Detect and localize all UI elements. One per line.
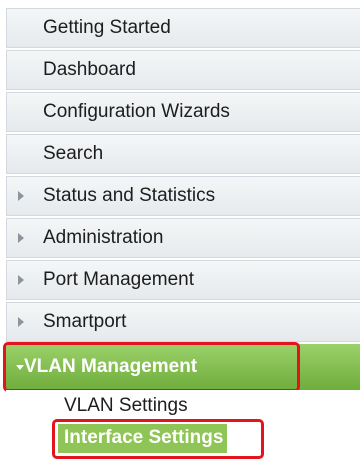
nav-item-label: Status and Statistics — [43, 185, 216, 206]
nav-item-label: VLAN Management — [24, 356, 198, 377]
nav-item-search[interactable]: Search — [6, 134, 360, 174]
selected-wrap: Interface Settings — [52, 418, 264, 459]
nav-item-port-management[interactable]: Port Management — [6, 260, 360, 300]
nav-item-label: Smartport — [43, 311, 127, 332]
sub-item-label: VLAN Settings — [64, 395, 188, 416]
nav-item-smartport[interactable]: Smartport — [6, 302, 360, 342]
navigation-menu: Getting Started Dashboard Configuration … — [3, 8, 360, 459]
nav-item-label: Administration — [43, 227, 164, 248]
nav-item-label: Search — [43, 143, 104, 164]
nav-item-label: Dashboard — [43, 59, 136, 80]
nav-item-status-and-statistics[interactable]: Status and Statistics — [6, 176, 360, 216]
nav-item-vlan-management[interactable]: VLAN Management — [3, 342, 360, 392]
vlan-submenu: VLAN Settings Interface Settings — [6, 390, 360, 459]
caret-right-icon — [18, 233, 24, 243]
nav-item-configuration-wizards[interactable]: Configuration Wizards — [6, 92, 360, 132]
caret-down-icon — [16, 365, 24, 370]
caret-right-icon — [18, 191, 24, 201]
nav-item-getting-started[interactable]: Getting Started — [6, 8, 360, 48]
sub-item-label: Interface Settings — [58, 423, 228, 453]
nav-item-administration[interactable]: Administration — [6, 218, 360, 258]
nav-item-dashboard[interactable]: Dashboard — [6, 50, 360, 90]
nav-item-label: Getting Started — [43, 17, 171, 38]
sub-item-vlan-settings[interactable]: VLAN Settings — [6, 390, 360, 422]
caret-right-icon — [18, 275, 24, 285]
nav-item-label: Port Management — [43, 269, 195, 290]
caret-right-icon — [18, 317, 24, 327]
nav-item-label: Configuration Wizards — [43, 101, 230, 122]
sub-item-interface-settings[interactable]: Interface Settings — [6, 418, 360, 459]
